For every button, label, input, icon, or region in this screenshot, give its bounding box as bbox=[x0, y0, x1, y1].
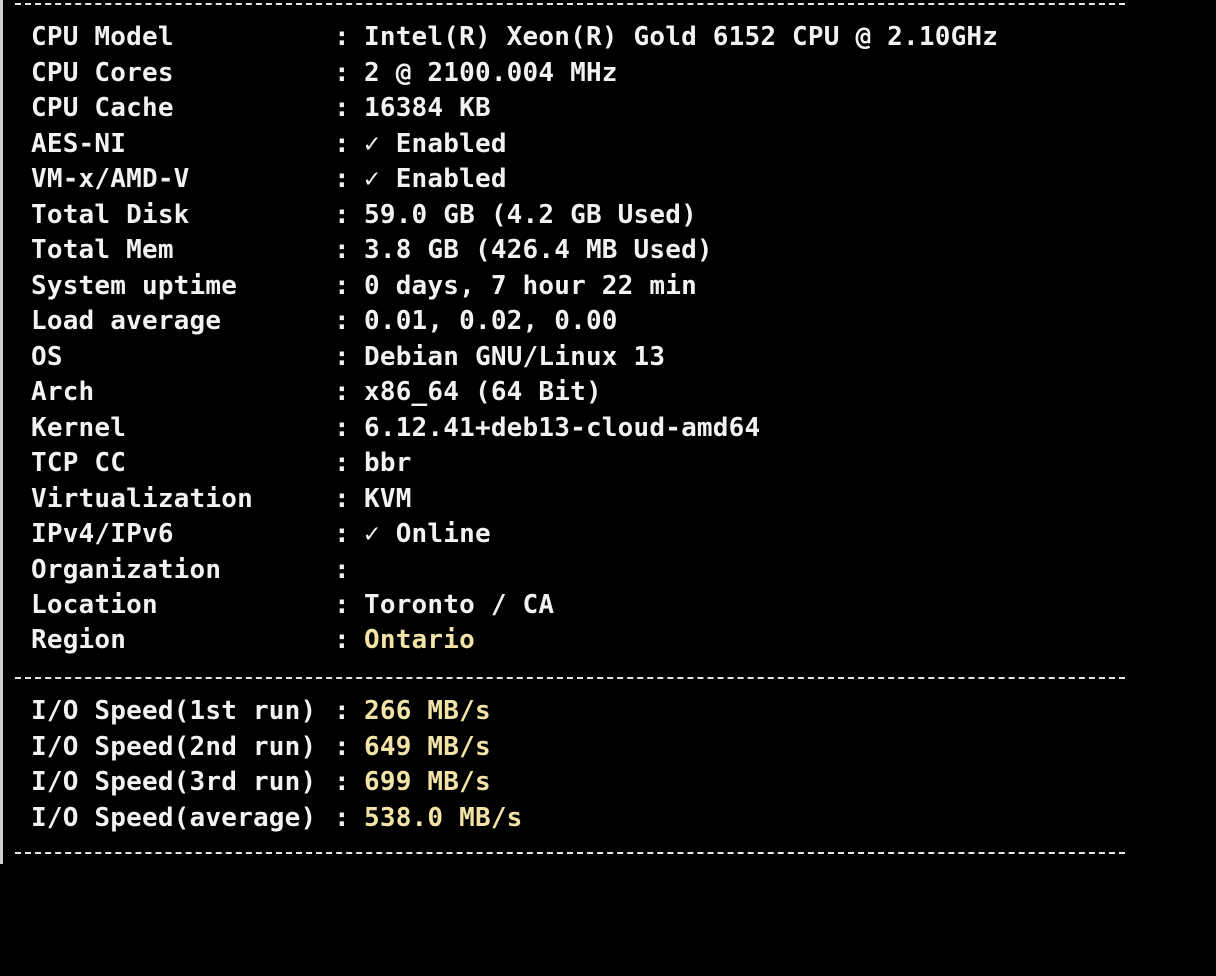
info-row-arch: Arch : x86_64 (64 Bit) bbox=[31, 375, 602, 410]
info-label: Total Disk bbox=[31, 200, 190, 230]
colon: : bbox=[334, 413, 350, 443]
info-row-ipv4-ipv6: IPv4/IPv6 : ✓ Online bbox=[31, 517, 491, 552]
io-value: 266 MB/s bbox=[364, 696, 491, 726]
info-value: Ontario bbox=[364, 625, 475, 655]
colon: : bbox=[334, 58, 350, 88]
io-row-2nd-run: I/O Speed(2nd run) : 649 MB/s bbox=[31, 730, 491, 765]
info-value: 2 @ 2100.004 MHz bbox=[364, 58, 618, 88]
info-label: Organization bbox=[31, 555, 222, 585]
info-row-total-mem: Total Mem : 3.8 GB (426.4 MB Used) bbox=[31, 233, 713, 268]
info-label: CPU Model bbox=[31, 22, 174, 52]
info-label: Load average bbox=[31, 306, 222, 336]
colon: : bbox=[334, 271, 350, 301]
info-label: Virtualization bbox=[31, 484, 253, 514]
colon: : bbox=[334, 164, 350, 194]
io-label: I/O Speed(1st run) bbox=[31, 696, 317, 726]
info-row-vm-x: VM-x/AMD-V : ✓ Enabled bbox=[31, 162, 506, 197]
info-row-location: Location : Toronto / CA bbox=[31, 588, 554, 623]
colon: : bbox=[334, 377, 350, 407]
info-value: Toronto / CA bbox=[364, 590, 555, 620]
info-label: Location bbox=[31, 590, 158, 620]
info-value: 3.8 GB (426.4 MB Used) bbox=[364, 235, 713, 265]
info-label: System uptime bbox=[31, 271, 238, 301]
info-row-aes-ni: AES-NI : ✓ Enabled bbox=[31, 127, 506, 162]
info-label: CPU Cache bbox=[31, 93, 174, 123]
colon: : bbox=[334, 200, 350, 230]
info-row-system-uptime: System uptime : 0 days, 7 hour 22 min bbox=[31, 269, 697, 304]
colon: : bbox=[334, 803, 350, 833]
info-label: Kernel bbox=[31, 413, 127, 443]
colon: : bbox=[334, 129, 350, 159]
colon: : bbox=[334, 235, 350, 265]
colon: : bbox=[334, 696, 350, 726]
info-value: x86_64 (64 Bit) bbox=[364, 377, 602, 407]
info-label: AES-NI bbox=[31, 129, 127, 159]
io-label: I/O Speed(2nd run) bbox=[31, 732, 317, 762]
colon: : bbox=[334, 767, 350, 797]
info-value: bbr bbox=[364, 448, 412, 478]
info-value: 16384 KB bbox=[364, 93, 491, 123]
info-value: Intel(R) Xeon(R) Gold 6152 CPU @ 2.10GHz bbox=[364, 22, 999, 52]
colon: : bbox=[334, 306, 350, 336]
info-row-cpu-cache: CPU Cache : 16384 KB bbox=[31, 91, 491, 126]
separator-line bbox=[15, 852, 1125, 854]
info-label: VM-x/AMD-V bbox=[31, 164, 190, 194]
info-value: 0 days, 7 hour 22 min bbox=[364, 271, 697, 301]
info-value: 59.0 GB (4.2 GB Used) bbox=[364, 200, 697, 230]
io-row-1st-run: I/O Speed(1st run) : 266 MB/s bbox=[31, 694, 491, 729]
info-row-kernel: Kernel : 6.12.41+deb13-cloud-amd64 bbox=[31, 411, 760, 446]
info-label: Arch bbox=[31, 377, 95, 407]
info-label: Region bbox=[31, 625, 127, 655]
info-label: TCP CC bbox=[31, 448, 127, 478]
info-row-total-disk: Total Disk : 59.0 GB (4.2 GB Used) bbox=[31, 198, 697, 233]
info-value: 0.01, 0.02, 0.00 bbox=[364, 306, 618, 336]
info-row-os: OS : Debian GNU/Linux 13 bbox=[31, 340, 665, 375]
info-row-region: Region : Ontario bbox=[31, 623, 475, 658]
terminal-window: CPU Model : Intel(R) Xeon(R) Gold 6152 C… bbox=[0, 0, 1216, 864]
info-label: OS bbox=[31, 342, 63, 372]
info-label: Total Mem bbox=[31, 235, 174, 265]
info-row-tcp-cc: TCP CC : bbr bbox=[31, 446, 411, 481]
io-row-3rd-run: I/O Speed(3rd run) : 699 MB/s bbox=[31, 765, 491, 800]
colon: : bbox=[334, 22, 350, 52]
colon: : bbox=[334, 342, 350, 372]
separator-line bbox=[15, 677, 1125, 679]
info-value: 6.12.41+deb13-cloud-amd64 bbox=[364, 413, 761, 443]
colon: : bbox=[334, 732, 350, 762]
colon: : bbox=[334, 625, 350, 655]
info-value: ✓ Enabled bbox=[364, 164, 507, 194]
info-value: KVM bbox=[364, 484, 412, 514]
info-value: Debian GNU/Linux 13 bbox=[364, 342, 666, 372]
io-value: 538.0 MB/s bbox=[364, 803, 523, 833]
colon: : bbox=[334, 519, 350, 549]
info-value: ✓ Enabled bbox=[364, 129, 507, 159]
io-value: 699 MB/s bbox=[364, 767, 491, 797]
info-row-virtualization: Virtualization : KVM bbox=[31, 482, 411, 517]
info-row-cpu-cores: CPU Cores : 2 @ 2100.004 MHz bbox=[31, 56, 617, 91]
colon: : bbox=[334, 93, 350, 123]
info-value: ✓ Online bbox=[364, 519, 491, 549]
info-row-organization: Organization : bbox=[31, 553, 350, 588]
io-row-average: I/O Speed(average) : 538.0 MB/s bbox=[31, 801, 522, 836]
info-row-load-average: Load average : 0.01, 0.02, 0.00 bbox=[31, 304, 617, 339]
separator-line bbox=[15, 3, 1125, 5]
info-label: IPv4/IPv6 bbox=[31, 519, 174, 549]
colon: : bbox=[334, 484, 350, 514]
io-label: I/O Speed(average) bbox=[31, 803, 317, 833]
info-label: CPU Cores bbox=[31, 58, 174, 88]
colon: : bbox=[334, 448, 350, 478]
colon: : bbox=[334, 590, 350, 620]
info-row-cpu-model: CPU Model : Intel(R) Xeon(R) Gold 6152 C… bbox=[31, 20, 998, 55]
colon: : bbox=[334, 555, 350, 585]
io-label: I/O Speed(3rd run) bbox=[31, 767, 317, 797]
io-value: 649 MB/s bbox=[364, 732, 491, 762]
